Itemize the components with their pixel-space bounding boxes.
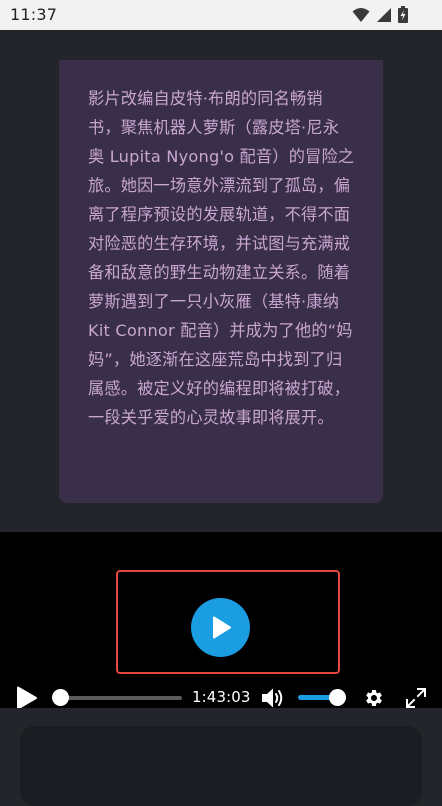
big-play-button[interactable]: [191, 598, 250, 657]
play-icon: [17, 686, 37, 710]
progress-handle[interactable]: [52, 689, 69, 706]
synopsis-text: 影片改编自皮特·布朗的同名畅销书，聚焦机器人萝斯（露皮塔·尼永奥 Lupita …: [88, 89, 355, 427]
wifi-icon: [352, 7, 370, 23]
status-time: 11:37: [10, 5, 58, 24]
status-icons: [352, 6, 408, 23]
time-display: 1:43:03: [192, 688, 251, 706]
synopsis-card: 影片改编自皮特·布朗的同名畅销书，聚焦机器人萝斯（露皮塔·尼永奥 Lupita …: [59, 60, 383, 503]
play-button[interactable]: [16, 686, 38, 710]
bottom-card: [20, 726, 422, 806]
battery-charging-icon: [398, 6, 408, 23]
signal-icon: [376, 7, 392, 23]
progress-bar[interactable]: [56, 696, 182, 700]
bottom-area: [0, 708, 442, 806]
gear-icon: [366, 690, 382, 706]
volume-icon: [262, 688, 283, 708]
volume-handle[interactable]: [329, 689, 346, 706]
video-player[interactable]: 1:43:03: [0, 532, 442, 728]
content-area: 影片改编自皮特·布朗的同名畅销书，聚焦机器人萝斯（露皮塔·尼永奥 Lupita …: [0, 30, 442, 532]
status-bar: 11:37: [0, 0, 442, 30]
fullscreen-icon: [405, 687, 427, 709]
play-icon: [213, 616, 231, 639]
